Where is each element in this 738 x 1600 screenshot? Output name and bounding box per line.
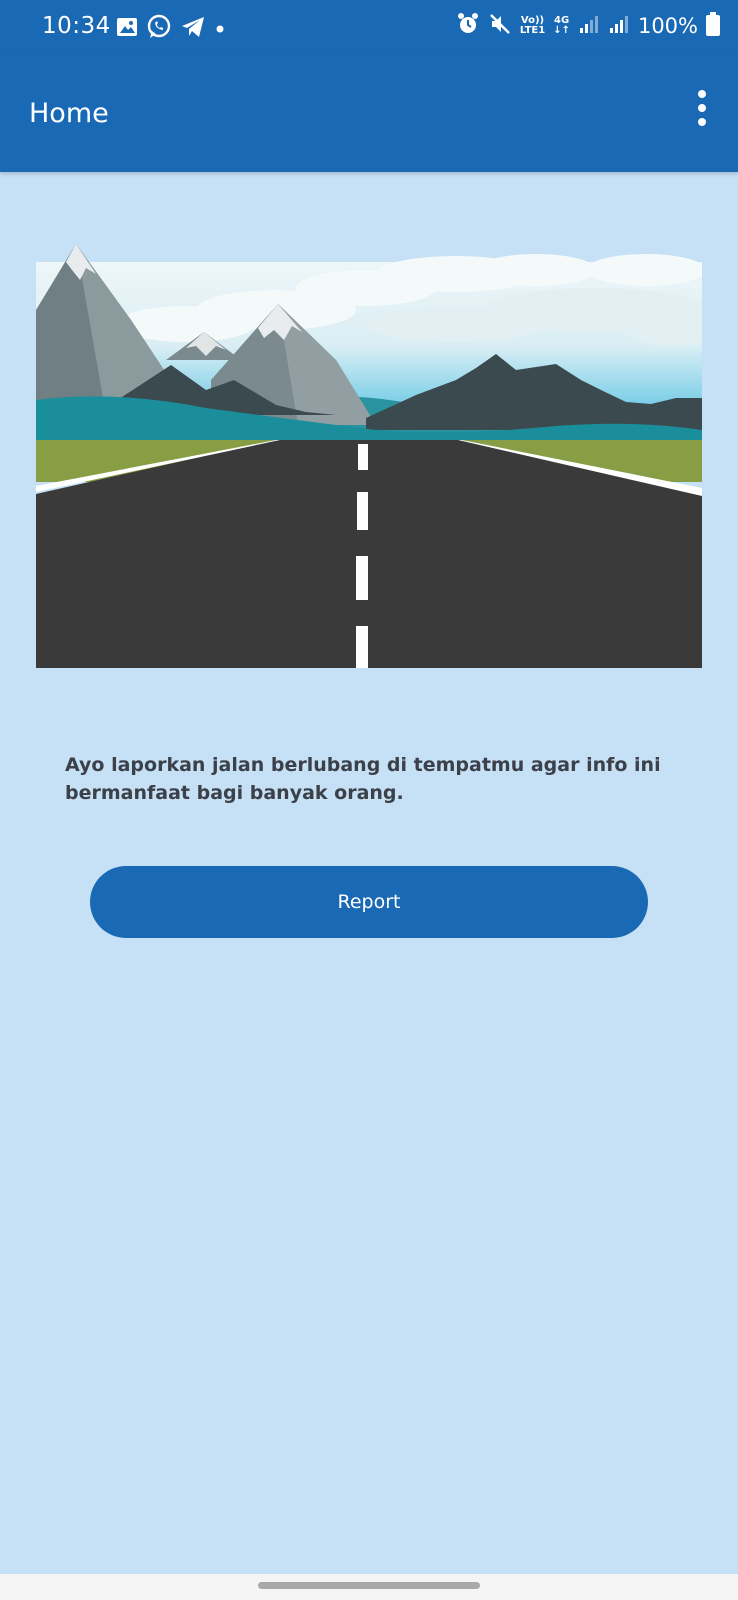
telegram-icon [180, 15, 206, 43]
alarm-icon [456, 12, 480, 40]
notification-icons [116, 14, 226, 44]
menu-dot-icon [698, 104, 706, 112]
report-button[interactable]: Report [90, 866, 648, 938]
battery-percent: 100% [637, 14, 698, 38]
more-notifications-dot-icon [214, 20, 226, 39]
whatsapp-icon [146, 14, 172, 44]
network-type-indicator: 4G ↓↑ [553, 16, 570, 36]
battery-icon [706, 12, 720, 40]
status-time: 10:34 [42, 13, 111, 39]
volte-indicator: Vo)) LTE1 [520, 16, 545, 36]
mute-icon [488, 12, 512, 40]
signal-strength-2-icon [608, 13, 630, 39]
road-illustration [36, 240, 702, 668]
app-bar: Home [0, 56, 738, 172]
info-text: Ayo laporkan jalan berlubang di tempatmu… [65, 754, 661, 804]
signal-strength-icon [578, 13, 600, 39]
system-icons: Vo)) LTE1 4G ↓↑ 100% [456, 12, 720, 40]
page-title: Home [29, 98, 109, 129]
gallery-icon [116, 16, 138, 42]
home-indicator[interactable] [258, 1582, 480, 1589]
overflow-menu-button[interactable] [690, 90, 714, 126]
data-arrows-icon: ↓↑ [553, 25, 570, 36]
status-bar: 10:34 Vo)) LTE1 4G ↓↑ 100% [0, 0, 738, 56]
lte-label: LTE1 [519, 25, 546, 36]
menu-dot-icon [698, 118, 706, 126]
menu-dot-icon [698, 90, 706, 98]
